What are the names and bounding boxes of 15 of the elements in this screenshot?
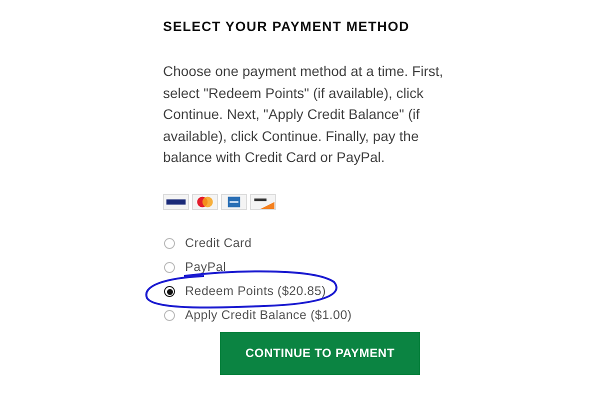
option-label: Apply Credit Balance ($1.00): [185, 307, 352, 324]
card-logo-icon: [163, 194, 189, 210]
card-logo-icon: [192, 194, 218, 210]
card-logo-icon: [221, 194, 247, 210]
option-label: Credit Card: [185, 235, 252, 252]
option-label: Redeem Points ($20.85): [185, 283, 326, 300]
option-label: PayPal: [185, 259, 226, 276]
radio-button[interactable]: [164, 286, 175, 297]
section-heading: SELECT YOUR PAYMENT METHOD: [163, 19, 411, 35]
radio-button[interactable]: [164, 238, 175, 249]
continue-button[interactable]: CONTINUE TO PAYMENT: [220, 332, 420, 374]
radio-button[interactable]: [164, 310, 175, 321]
card-logo-icon: [250, 194, 276, 210]
instructions-text: Choose one payment method at a time. First, select "Redeem Points" (if available), click Continue. Next, "Apply Credit Balance" (if available), click Continue. Finally, pay the balance with Credit Card or PayPal.: [163, 62, 444, 167]
radio-button[interactable]: [164, 262, 175, 273]
